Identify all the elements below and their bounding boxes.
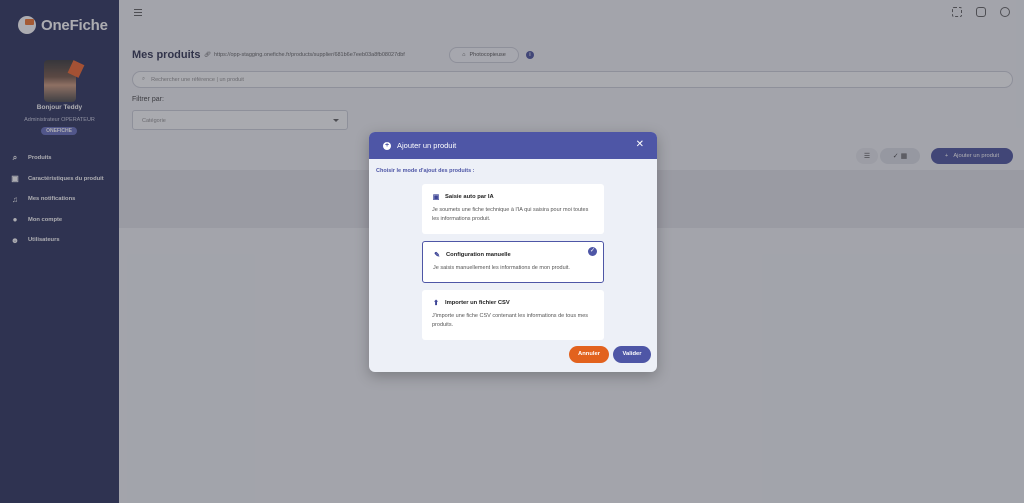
chip-icon: ▣ [432,194,440,201]
option-title: ✎ Configuration manuelle [433,251,593,259]
option-desc: Je soumets une fiche technique à l'IA qu… [432,207,589,222]
option-title: ▣ Saisie auto par IA [432,193,594,201]
modal-subtitle: Choisir le mode d'ajout des produits : [376,168,475,174]
plus-circle-icon: + [383,141,391,150]
option-desc: Je saisis manuellement les informations … [433,265,570,271]
option-desc: J'importe une fiche CSV contenant les in… [432,313,589,328]
modal-header: + Ajouter un produit [369,132,657,159]
option-manual[interactable]: ✎ Configuration manuelle Je saisis manue… [422,241,604,283]
pencil-icon: ✎ [434,252,440,259]
option-title-label: Configuration manuelle [446,252,511,258]
close-icon[interactable]: ✕ [636,140,644,150]
cancel-button[interactable]: Annuler [569,346,609,363]
validate-button[interactable]: Valider [613,346,651,363]
add-product-modal: + Ajouter un produit ✕ Choisir le mode d… [369,132,657,372]
file-upload-icon: ⬆ [433,300,439,307]
option-csv[interactable]: ⬆ Importer un fichier CSV J'importe une … [422,290,604,340]
option-title-label: Saisie auto par IA [445,194,494,200]
check-icon: ✓ [588,247,597,256]
option-ai[interactable]: ▣ Saisie auto par IA Je soumets une fich… [422,184,604,234]
modal-title: Ajouter un produit [397,141,457,150]
option-title: ⬆ Importer un fichier CSV [432,299,594,307]
option-title-label: Importer un fichier CSV [445,300,510,306]
